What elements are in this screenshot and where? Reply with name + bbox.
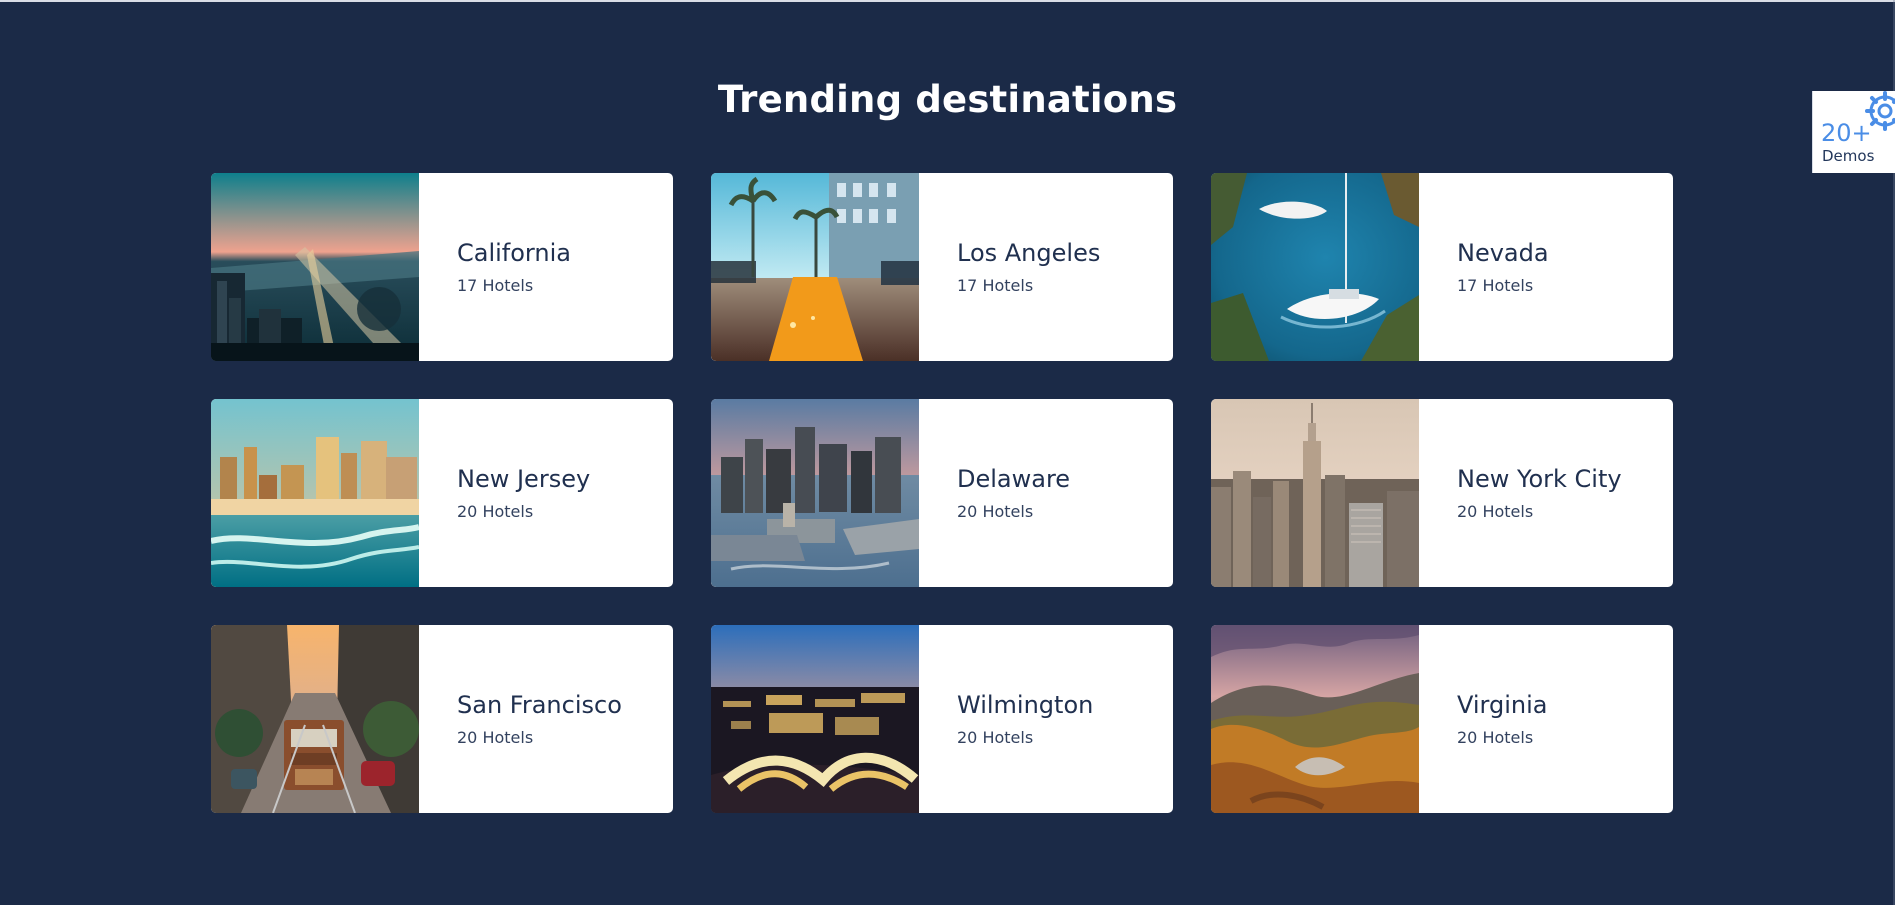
destination-card-nevada[interactable]: Nevada 17 Hotels <box>1211 173 1673 361</box>
demos-count: 20+ <box>1821 119 1872 147</box>
destinations-grid: California 17 Hotels Los Angeles 17 Hote… <box>211 173 1674 813</box>
destination-info-nevada: Nevada 17 Hotels <box>1419 173 1673 361</box>
cable-car-street-image <box>211 625 419 813</box>
destination-card-california[interactable]: California 17 Hotels <box>211 173 673 361</box>
demos-label: Demos <box>1822 147 1875 165</box>
destination-info-virginia: Virginia 20 Hotels <box>1419 625 1673 813</box>
destination-info-delaware: Delaware 20 Hotels <box>919 399 1173 587</box>
hotel-count: 20 Hotels <box>457 501 534 521</box>
bay-bridge-sunset-image <box>211 173 419 361</box>
destination-image-california <box>211 173 419 361</box>
hotel-count: 20 Hotels <box>1457 501 1534 521</box>
destination-card-new-jersey[interactable]: New Jersey 20 Hotels <box>211 399 673 587</box>
destination-name[interactable]: Los Angeles <box>957 239 1173 268</box>
destination-image-new-york-city <box>1211 399 1419 587</box>
destination-name[interactable]: San Francisco <box>457 691 673 720</box>
destination-name[interactable]: New Jersey <box>457 465 673 494</box>
destination-card-san-francisco[interactable]: San Francisco 20 Hotels <box>211 625 673 813</box>
destination-image-new-jersey <box>211 399 419 587</box>
demos-widget-button[interactable]: 20+ Demos <box>1812 91 1895 173</box>
hotel-count: 20 Hotels <box>957 727 1034 747</box>
trending-destinations-section: Trending destinations California 17 Hote… <box>0 0 1895 905</box>
empire-state-skyline-image <box>1211 399 1419 587</box>
destination-name[interactable]: New York City <box>1457 465 1673 494</box>
section-title: Trending destinations <box>717 78 1178 121</box>
destination-info-los-angeles: Los Angeles 17 Hotels <box>919 173 1173 361</box>
destination-image-san-francisco <box>211 625 419 813</box>
destination-info-new-jersey: New Jersey 20 Hotels <box>419 399 673 587</box>
destination-image-delaware <box>711 399 919 587</box>
hotel-count: 17 Hotels <box>1457 275 1534 295</box>
destination-image-wilmington <box>711 625 919 813</box>
destination-info-wilmington: Wilmington 20 Hotels <box>919 625 1173 813</box>
hotel-count: 17 Hotels <box>457 275 534 295</box>
destination-card-los-angeles[interactable]: Los Angeles 17 Hotels <box>711 173 1173 361</box>
destination-info-san-francisco: San Francisco 20 Hotels <box>419 625 673 813</box>
fountain-night-image <box>711 625 919 813</box>
destination-card-new-york-city[interactable]: New York City 20 Hotels <box>1211 399 1673 587</box>
hotel-count: 20 Hotels <box>1457 727 1534 747</box>
harbor-city-image <box>711 399 919 587</box>
palm-street-image <box>711 173 919 361</box>
destination-image-virginia <box>1211 625 1419 813</box>
destination-card-delaware[interactable]: Delaware 20 Hotels <box>711 399 1173 587</box>
autumn-mountains-image <box>1211 625 1419 813</box>
beach-skyline-image <box>211 399 419 587</box>
destination-image-los-angeles <box>711 173 919 361</box>
hotel-count: 17 Hotels <box>957 275 1034 295</box>
destination-name[interactable]: Delaware <box>957 465 1173 494</box>
destination-image-nevada <box>1211 173 1419 361</box>
sailboat-water-image <box>1211 173 1419 361</box>
hotel-count: 20 Hotels <box>957 501 1034 521</box>
destination-name[interactable]: Virginia <box>1457 691 1673 720</box>
destination-card-virginia[interactable]: Virginia 20 Hotels <box>1211 625 1673 813</box>
destination-name[interactable]: Nevada <box>1457 239 1673 268</box>
destination-info-california: California 17 Hotels <box>419 173 673 361</box>
destination-card-wilmington[interactable]: Wilmington 20 Hotels <box>711 625 1173 813</box>
destination-name[interactable]: California <box>457 239 673 268</box>
destination-info-new-york-city: New York City 20 Hotels <box>1419 399 1673 587</box>
hotel-count: 20 Hotels <box>457 727 534 747</box>
destination-name[interactable]: Wilmington <box>957 691 1173 720</box>
